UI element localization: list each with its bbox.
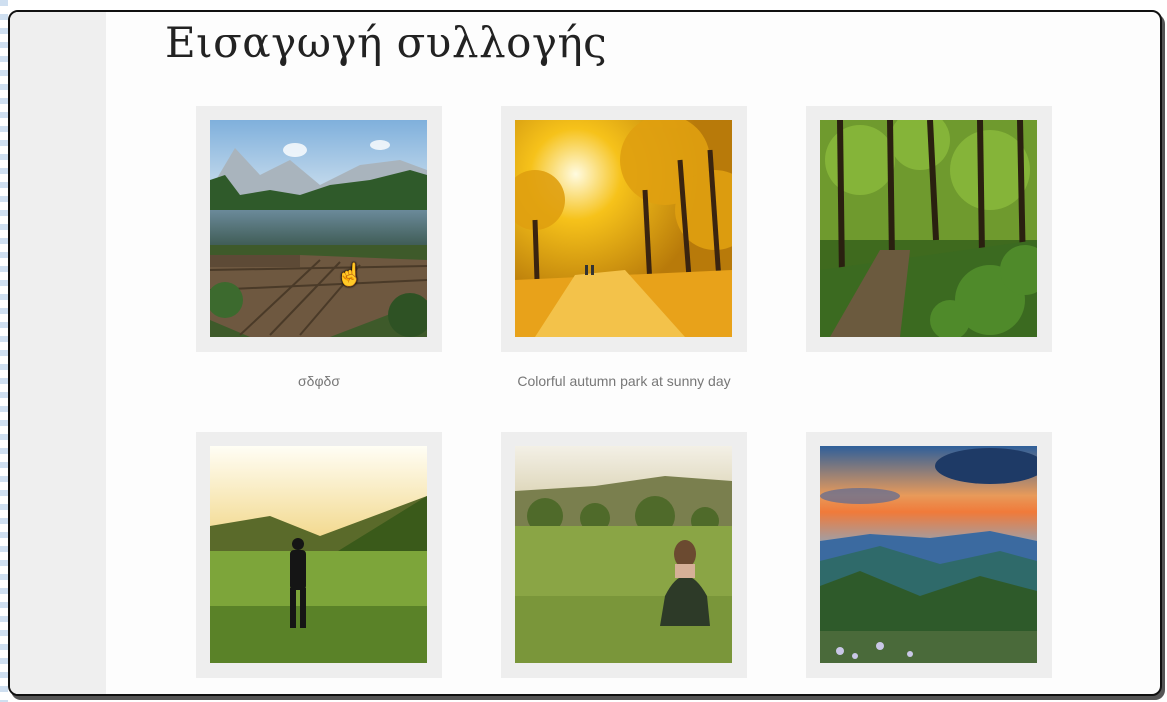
- page-title: Εισαγωγή συλλογής: [165, 18, 608, 67]
- gallery-image-autumn-park[interactable]: [515, 120, 732, 337]
- gallery-image-man-walking[interactable]: [210, 446, 427, 663]
- gallery-image-woman-sitting[interactable]: [515, 446, 732, 663]
- gallery-item-5[interactable]: [501, 432, 747, 678]
- desktop-edge: [0, 0, 8, 702]
- gallery-item-4[interactable]: [196, 432, 442, 678]
- gallery-caption-2: Colorful autumn park at sunny day: [517, 373, 731, 389]
- gallery-image-forest-path[interactable]: [820, 120, 1037, 337]
- gallery-item-2[interactable]: [501, 106, 747, 352]
- gallery-item-1[interactable]: [196, 106, 442, 352]
- gallery-image-mountain-sunset[interactable]: [820, 446, 1037, 663]
- hand-pointer-icon: ☝: [336, 262, 364, 287]
- gallery-item-3[interactable]: [806, 106, 1052, 352]
- gallery-caption-1: σδφδσ: [298, 373, 340, 389]
- app-window: Εισαγωγή συλλογής σδφδσ Colorful autumn …: [8, 10, 1162, 696]
- gallery-item-6[interactable]: [806, 432, 1052, 678]
- gallery-image-mountain-lake[interactable]: [210, 120, 427, 337]
- sidebar: [10, 12, 106, 694]
